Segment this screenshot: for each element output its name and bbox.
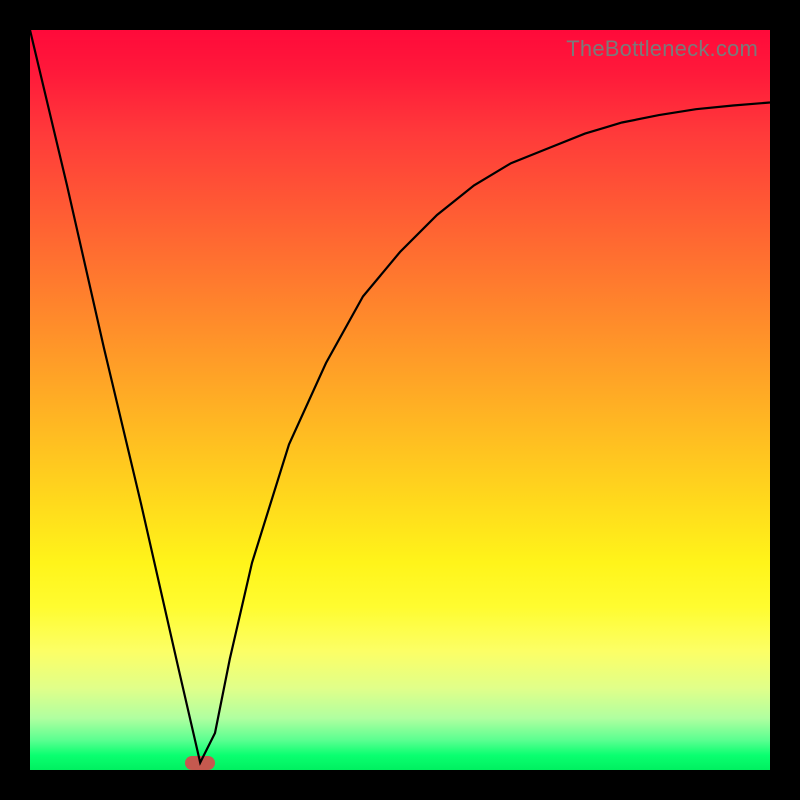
bottleneck-curve [30, 30, 770, 770]
watermark-text: TheBottleneck.com [566, 36, 758, 62]
chart-plot-area: TheBottleneck.com [30, 30, 770, 770]
